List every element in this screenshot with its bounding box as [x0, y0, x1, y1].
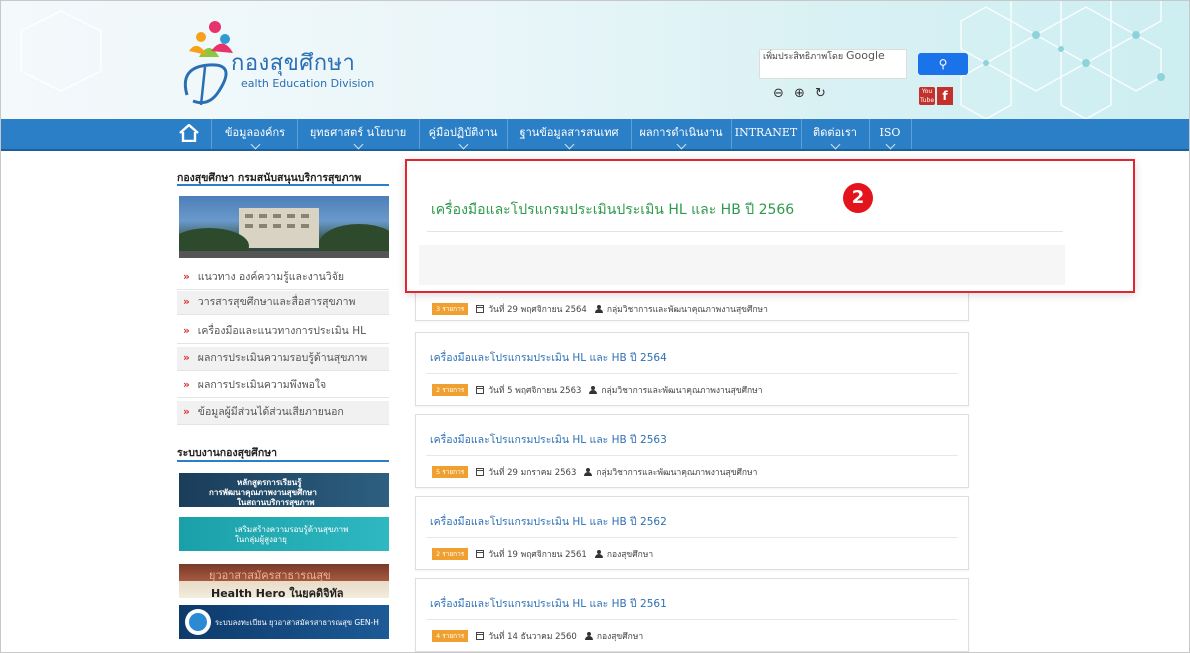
highlighted-item-title[interactable]: เครื่องมือและโปรแกรมประเมินประเมิน HL แล…	[431, 199, 794, 221]
facebook-icon[interactable]: f	[937, 87, 953, 105]
search-icon: ⚲	[938, 57, 948, 71]
item-count-badge: 2 รายการ	[432, 548, 469, 560]
globe-icon	[185, 609, 211, 635]
sidebar-title-underline	[177, 184, 389, 186]
item-meta: 4 รายการ วันที่ 14 ธันวาคม 2560 กองสุขศึ…	[432, 629, 643, 643]
building-photo	[179, 196, 389, 258]
highlighted-item-callout: เครื่องมือและโปรแกรมประเมินประเมิน HL แล…	[405, 159, 1135, 293]
popup-shade	[419, 245, 1065, 285]
zoom-in-icon[interactable]: ⊕	[792, 86, 807, 101]
item-date: วันที่ 19 พฤศจิกายน 2561	[488, 550, 587, 560]
double-arrow-icon: »	[183, 406, 190, 418]
item-meta: 3 รายการ วันที่ 29 พฤศจิกายน 2564 กลุ่มว…	[432, 302, 768, 316]
item-date: วันที่ 29 มกราคม 2563	[488, 468, 577, 478]
zoom-out-icon[interactable]: ⊖	[771, 86, 786, 101]
nav-item-performance[interactable]: ผลการดำเนินงาน	[633, 119, 729, 150]
banner-gen-h[interactable]: ระบบลงทะเบียน ยุวอาสาสมัครสาธารณสุข GEN-…	[179, 605, 389, 639]
item-author: กองสุขศึกษา	[606, 550, 654, 560]
item-author: กลุ่มวิชาการและพัฒนาคุณภาพงานสุขศึกษา	[606, 305, 768, 315]
item-meta: 2 รายการ วันที่ 5 พฤศจิกายน 2563 กลุ่มวิ…	[432, 383, 762, 397]
home-icon[interactable]	[179, 124, 199, 142]
item-author: กลุ่มวิชาการและพัฒนาคุณภาพงานสุขศึกษา	[596, 468, 758, 478]
calendar-icon	[476, 386, 485, 394]
item-count-badge: 2 รายการ	[432, 384, 469, 396]
site-logo[interactable]: กองสุขศึกษา ealth Education Division	[179, 17, 439, 107]
double-arrow-icon: »	[183, 271, 190, 283]
item-meta: 2 รายการ วันที่ 19 พฤศจิกายน 2561 กองสุข…	[432, 547, 653, 561]
nav-item-manual[interactable]: คู่มือปฏิบัติงาน	[421, 119, 505, 150]
item-date: วันที่ 14 ธันวาคม 2560	[488, 632, 577, 642]
item-meta: 5 รายการ วันที่ 29 มกราคม 2563 กลุ่มวิชา…	[432, 465, 757, 479]
sidebar-item-satisfaction[interactable]: » ผลการประเมินความพึงพอใจ	[177, 374, 389, 398]
sidebar-item-journal[interactable]: » วารสารสุขศึกษาและสื่อสารสุขภาพ	[177, 291, 389, 315]
calendar-icon	[476, 468, 485, 476]
item-title[interactable]: เครื่องมือและโปรแกรมประเมิน HL และ HB ปี…	[430, 513, 667, 530]
logo-emblem-icon	[183, 21, 233, 106]
popup-divider	[427, 231, 1063, 232]
systems-title: ระบบงานกองสุขศึกษา	[177, 447, 278, 459]
item-count-badge: 5 รายการ	[432, 466, 469, 478]
user-icon	[594, 305, 603, 313]
banner-elearning[interactable]: หลักสูตรการเรียนรู้ การพัฒนาคุณภาพงานสุข…	[179, 473, 389, 507]
site-subtitle: ealth Education Division	[241, 77, 375, 90]
item-title[interactable]: เครื่องมือและโปรแกรมประเมิน HL และ HB ปี…	[430, 349, 667, 366]
nav-item-iso[interactable]: ISO	[871, 119, 909, 150]
double-arrow-icon: »	[183, 325, 190, 337]
item-date: วันที่ 5 พฤศจิกายน 2563	[488, 386, 582, 396]
sidebar-item-hl-tools[interactable]: » เครื่องมือและแนวทางการประเมิน HL	[177, 320, 389, 344]
user-icon	[584, 632, 593, 640]
nav-item-intranet[interactable]: INTRANET	[733, 119, 799, 149]
item-date: วันที่ 29 พฤศจิกายน 2564	[488, 305, 587, 315]
nav-item-contact[interactable]: ติดต่อเรา	[803, 119, 867, 150]
banner-elderly[interactable]: เสริมสร้างความรอบรู้ด้านสุขภาพ ในกลุ่มผู…	[179, 517, 389, 551]
main-nav: ข้อมูลองค์กร ยุทธศาสตร์ นโยบาย คู่มือปฏิ…	[1, 119, 1189, 151]
sidebar-item-stakeholders[interactable]: » ข้อมูลผู้มีส่วนได้ส่วนเสียภายนอก	[177, 401, 389, 425]
search-label: เพิ่มประสิทธิภาพโดย Google	[763, 49, 885, 62]
banner-health-hero[interactable]: ยุวอาสาสมัครสาธารณสุข Health Hero ในยุคด…	[179, 564, 389, 598]
reset-icon[interactable]: ↻	[813, 86, 828, 101]
nav-item-organization[interactable]: ข้อมูลองค์กร	[213, 119, 297, 150]
nav-item-database[interactable]: ฐานข้อมูลสารสนเทศ	[509, 119, 629, 150]
double-arrow-icon: »	[183, 352, 190, 364]
site-title: กองสุขศึกษา	[231, 51, 356, 76]
calendar-icon	[476, 550, 485, 558]
sidebar-item-guidelines[interactable]: » แนวทาง องค์ความรู้และงานวิจัย	[177, 266, 389, 290]
user-icon	[589, 386, 598, 394]
list-item[interactable]: เครื่องมือและโปรแกรมประเมิน HL และ HB ปี…	[415, 496, 969, 570]
nav-item-strategy[interactable]: ยุทธศาสตร์ นโยบาย	[299, 119, 417, 150]
calendar-icon	[476, 632, 485, 640]
item-title[interactable]: เครื่องมือและโปรแกรมประเมิน HL และ HB ปี…	[430, 431, 667, 448]
calendar-icon	[476, 305, 485, 313]
list-item[interactable]: เครื่องมือและโปรแกรมประเมิน HL และ HB ปี…	[415, 332, 969, 406]
list-item[interactable]: เครื่องมือและโปรแกรมประเมิน HL และ HB ปี…	[415, 578, 969, 652]
user-icon	[594, 550, 603, 558]
systems-title-underline	[177, 460, 389, 462]
double-arrow-icon: »	[183, 296, 190, 308]
youtube-icon[interactable]: You Tube	[919, 87, 935, 105]
social-links: You Tube f	[919, 87, 953, 105]
zoom-controls: ⊖ ⊕ ↻	[771, 86, 828, 101]
item-author: กองสุขศึกษา	[596, 632, 644, 642]
search-button[interactable]: ⚲	[918, 53, 968, 75]
double-arrow-icon: »	[183, 379, 190, 391]
item-count-badge: 3 รายการ	[432, 303, 469, 315]
step-number-badge: 2	[843, 183, 873, 213]
list-item[interactable]: เครื่องมือและโปรแกรมประเมิน HL และ HB ปี…	[415, 414, 969, 488]
item-author: กลุ่มวิชาการและพัฒนาคุณภาพงานสุขศึกษา	[601, 386, 763, 396]
browser-page: กองสุขศึกษา ealth Education Division เพิ…	[0, 0, 1190, 653]
item-title[interactable]: เครื่องมือและโปรแกรมประเมิน HL และ HB ปี…	[430, 595, 667, 612]
sidebar-item-hl-results[interactable]: » ผลการประเมินความรอบรู้ด้านสุขภาพ	[177, 347, 389, 371]
site-header: กองสุขศึกษา ealth Education Division เพิ…	[1, 1, 1189, 119]
item-count-badge: 4 รายการ	[432, 630, 469, 642]
user-icon	[584, 468, 593, 476]
